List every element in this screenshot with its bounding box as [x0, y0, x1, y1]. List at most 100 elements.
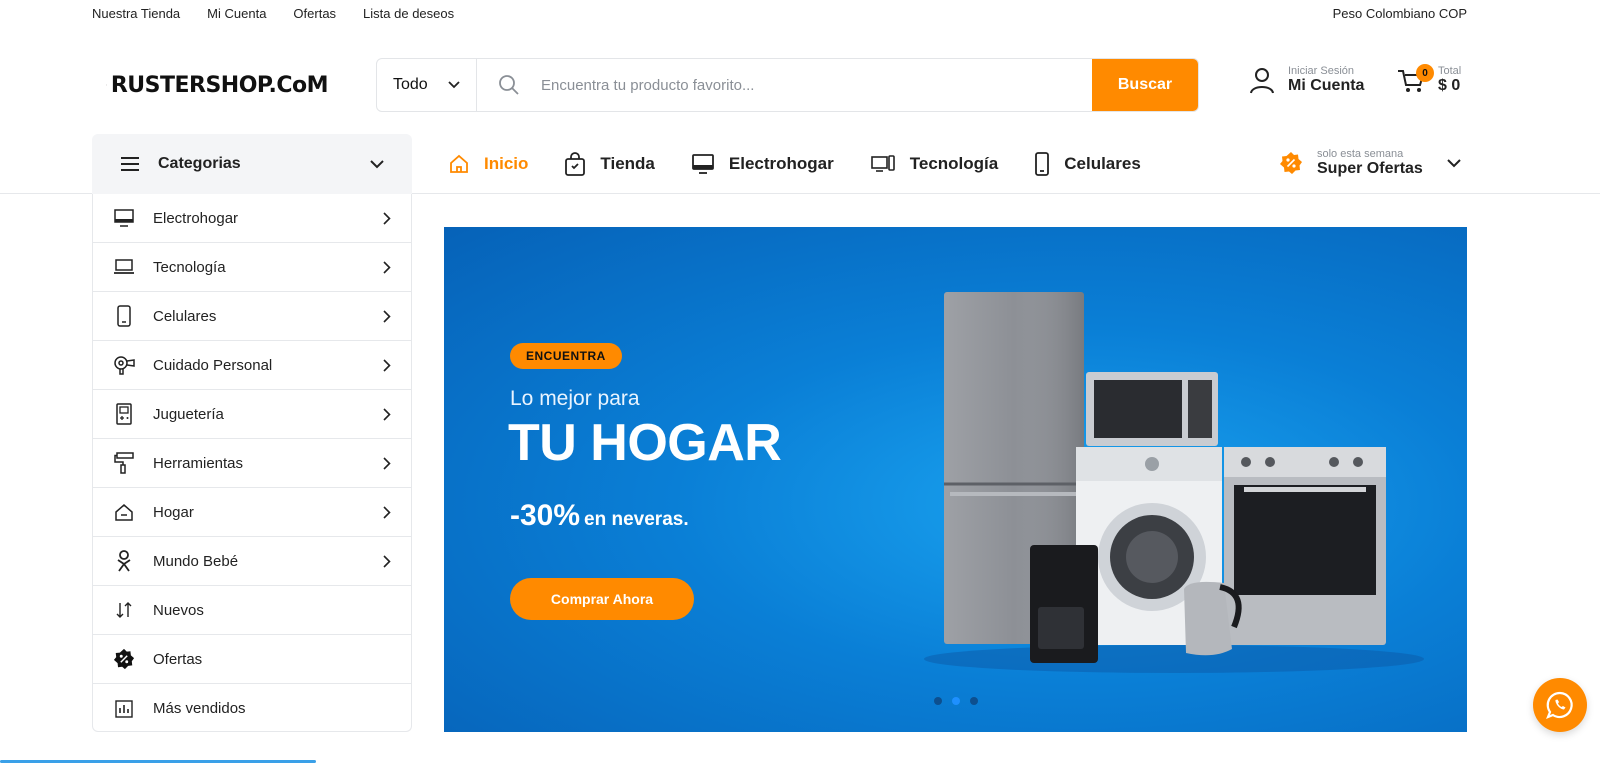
hero-promo-percent: -30%	[510, 499, 581, 532]
sidebar-item-herramientas[interactable]: Herramientas	[93, 439, 411, 488]
chevron-down-icon	[370, 159, 384, 168]
search-input[interactable]	[541, 76, 1092, 94]
nav-item-tienda[interactable]: Tienda	[564, 152, 655, 176]
sidebar-item-label: Juguetería	[153, 405, 224, 423]
nav-item-label: Celulares	[1064, 154, 1141, 173]
sidebar-item-hogar[interactable]: Hogar	[93, 488, 411, 537]
top-link-offers[interactable]: Ofertas	[293, 6, 336, 21]
sidebar-item-label: Más vendidos	[153, 700, 246, 717]
discount-badge-icon	[113, 648, 135, 670]
cart-link[interactable]: 0 Total $ 0	[1396, 64, 1462, 95]
top-link-wishlist[interactable]: Lista de deseos	[363, 6, 454, 21]
chevron-right-icon	[383, 309, 391, 323]
account-big-label: Mi Cuenta	[1288, 77, 1365, 94]
phone-icon	[113, 305, 135, 327]
sidebar-item-label: Mundo Bebé	[153, 552, 239, 570]
sidebar-item-label: Nuevos	[153, 601, 204, 619]
account-small-label: Iniciar Sesión	[1288, 65, 1355, 77]
sidebar-item-electrohogar[interactable]: Electrohogar	[93, 194, 411, 243]
hero-title: TU HOGAR	[508, 414, 782, 472]
search-category-label: Todo	[393, 76, 428, 93]
sort-icon	[113, 599, 135, 621]
chevron-right-icon	[383, 358, 391, 372]
sidebar-item-nuevos[interactable]: Nuevos	[93, 586, 411, 635]
sidebar-item-label: Celulares	[153, 307, 217, 325]
logo-text: RUSTERSHOP.CoM	[110, 72, 329, 98]
chevron-right-icon	[383, 456, 391, 470]
sidebar-item-cuidado-personal[interactable]: Cuidado Personal	[93, 341, 411, 390]
carousel-dot[interactable]	[970, 697, 978, 705]
categories-toggle[interactable]: Categorias	[92, 134, 412, 194]
discount-badge-icon	[1280, 152, 1302, 174]
baby-icon	[113, 550, 135, 572]
offers-small-label: solo esta semana	[1317, 148, 1404, 160]
sidebar-item-label: Electrohogar	[153, 209, 239, 227]
hero-tag: ENCUENTRA	[510, 343, 622, 369]
nav-bar: Categorias Inicio Tienda Electrohogar Te…	[0, 134, 1600, 194]
top-bar: Nuestra Tienda Mi Cuenta Ofertas Lista d…	[92, 0, 1467, 26]
top-link-store[interactable]: Nuestra Tienda	[92, 6, 180, 21]
chevron-down-icon	[448, 81, 460, 89]
chevron-right-icon	[383, 505, 391, 519]
house-icon	[113, 501, 135, 523]
buy-now-button[interactable]: Comprar Ahora	[510, 578, 694, 620]
chevron-right-icon	[383, 260, 391, 274]
laptop-icon	[113, 256, 135, 278]
chevron-right-icon	[383, 211, 391, 225]
appliances-image	[924, 292, 1424, 673]
cart-total: $ 0	[1438, 77, 1461, 94]
chevron-right-icon	[383, 407, 391, 421]
devices-icon	[870, 155, 895, 172]
site-logo[interactable]: RUSTERSHOP.CoM	[106, 60, 329, 110]
nav-item-inicio[interactable]: Inicio	[448, 153, 528, 175]
search-button[interactable]: Buscar	[1092, 59, 1198, 111]
nav-item-label: Tienda	[600, 154, 655, 173]
nav-item-tecnologia[interactable]: Tecnología	[870, 154, 998, 174]
cart-small-label: Total	[1438, 65, 1462, 77]
top-link-account[interactable]: Mi Cuenta	[207, 6, 266, 21]
sidebar-item-label: Ofertas	[153, 650, 203, 668]
sidebar-item-mas-vendidos[interactable]: Más vendidos	[93, 684, 411, 733]
chevron-right-icon	[383, 554, 391, 568]
carousel-dot-active[interactable]	[952, 697, 960, 705]
super-offers-dropdown[interactable]: solo esta semana Super Ofertas	[1279, 148, 1461, 178]
whatsapp-button[interactable]	[1533, 678, 1587, 732]
hero-promo: -30% en neveras.	[510, 499, 689, 533]
sidebar-item-label: Hogar	[153, 503, 194, 521]
cart-count-badge: 0	[1416, 64, 1434, 82]
sidebar-item-label: Tecnología	[153, 258, 226, 276]
hamburger-menu-icon	[121, 157, 139, 171]
home-icon	[450, 154, 468, 173]
currency-selector[interactable]: Peso Colombiano COP	[1333, 6, 1467, 21]
search-category-select[interactable]: Todo	[377, 59, 477, 111]
carousel-dot[interactable]	[934, 697, 942, 705]
nav-item-label: Inicio	[484, 154, 529, 173]
nav-item-label: Tecnología	[909, 154, 999, 173]
categories-toggle-label: Categorias	[158, 155, 241, 172]
hair-dryer-icon	[113, 354, 135, 376]
chevron-down-icon	[1447, 158, 1461, 167]
nav-item-label: Electrohogar	[728, 154, 834, 173]
sidebar-item-tecnologia[interactable]: Tecnología	[93, 243, 411, 292]
sidebar-item-jugueteria[interactable]: Juguetería	[93, 390, 411, 439]
account-link[interactable]: Iniciar Sesión Mi Cuenta	[1248, 65, 1364, 95]
shopping-bag-icon	[565, 152, 586, 176]
main-nav: Inicio Tienda Electrohogar Tecnología Ce…	[448, 134, 1141, 194]
nav-item-celulares[interactable]: Celulares	[1034, 152, 1141, 176]
sidebar-item-label: Herramientas	[153, 454, 244, 472]
search-bar: Todo Buscar	[376, 58, 1199, 112]
bird-mascot-icon	[106, 84, 107, 86]
hero-banner: ENCUENTRA Lo mejor para TU HOGAR -30% en …	[444, 227, 1467, 732]
sidebar-item-ofertas[interactable]: Ofertas	[93, 635, 411, 684]
sidebar-item-mundo-bebe[interactable]: Mundo Bebé	[93, 537, 411, 586]
whatsapp-icon	[1546, 691, 1573, 719]
categories-sidebar: Electrohogar Tecnología Celulares Cuidad…	[92, 194, 412, 732]
header: RUSTERSHOP.CoM Todo Buscar Iniciar Sesió…	[0, 56, 1600, 114]
monitor-icon	[113, 207, 135, 229]
search-icon	[477, 74, 541, 96]
game-console-icon	[113, 403, 135, 425]
nav-item-electrohogar[interactable]: Electrohogar	[691, 153, 834, 175]
hero-subtitle: Lo mejor para	[510, 387, 640, 410]
sidebar-item-label: Cuidado Personal	[153, 356, 273, 374]
sidebar-item-celulares[interactable]: Celulares	[93, 292, 411, 341]
